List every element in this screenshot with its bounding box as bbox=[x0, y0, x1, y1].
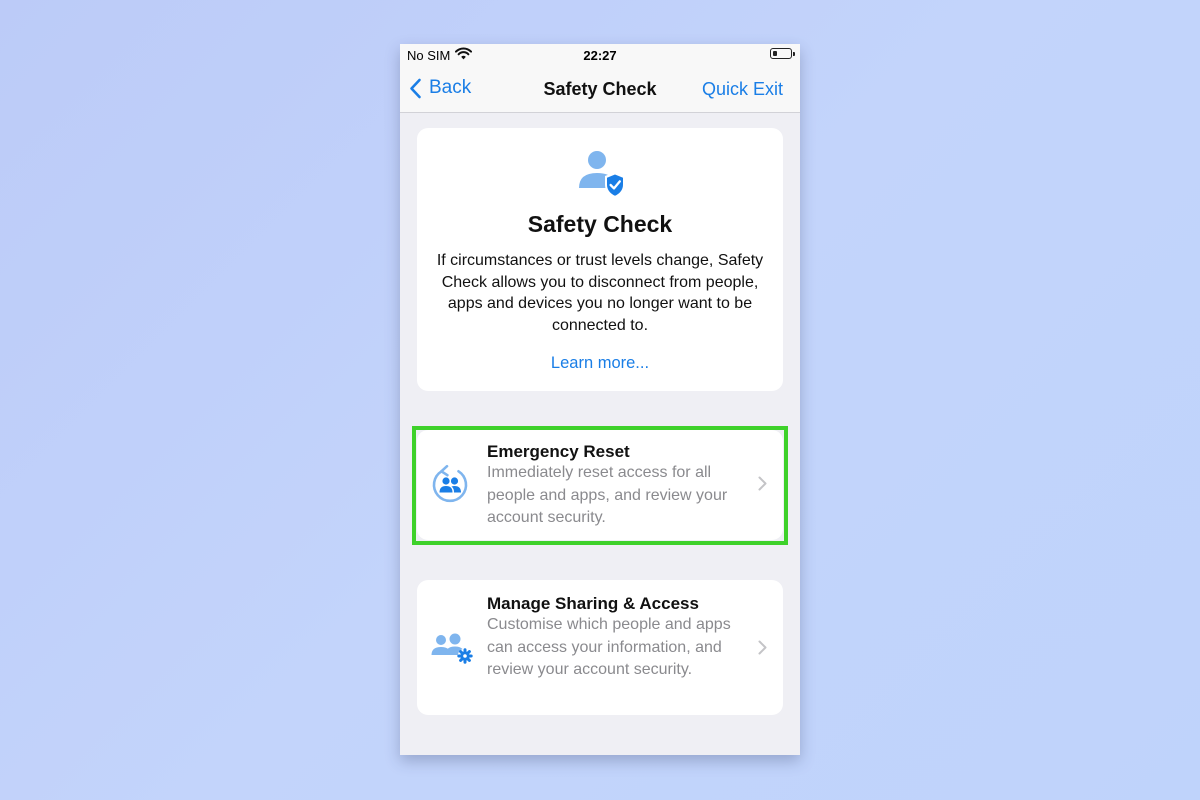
intro-description: If circumstances or trust levels change,… bbox=[436, 252, 764, 334]
back-button[interactable]: Back bbox=[409, 77, 471, 99]
chevron-right-icon bbox=[758, 476, 767, 496]
emergency-reset-option[interactable]: Emergency Reset Immediately reset access… bbox=[417, 430, 783, 540]
people-reset-icon bbox=[430, 464, 470, 509]
chevron-right-icon bbox=[758, 640, 767, 660]
status-bar: No SIM 22:27 bbox=[400, 44, 800, 66]
navigation-bar: Back Safety Check Quick Exit bbox=[400, 66, 800, 113]
chevron-left-icon bbox=[410, 78, 421, 98]
people-settings-icon bbox=[430, 632, 476, 673]
person-shield-icon bbox=[575, 146, 627, 203]
emergency-reset-title: Emergency Reset bbox=[487, 442, 630, 461]
safety-check-intro-card: Safety Check If circumstances or trust l… bbox=[417, 128, 783, 391]
intro-title: Safety Check bbox=[527, 211, 673, 237]
phone-screen: No SIM 22:27 Back Safety Check Quick Exi… bbox=[400, 44, 800, 755]
clock: 22:27 bbox=[583, 48, 617, 63]
emergency-reset-description: Immediately reset access for all people … bbox=[487, 464, 728, 526]
quick-exit-button[interactable]: Quick Exit bbox=[702, 79, 783, 100]
manage-sharing-description: Customise which people and apps can acce… bbox=[487, 616, 731, 678]
manage-sharing-option[interactable]: Manage Sharing & Access Customise which … bbox=[417, 580, 783, 715]
learn-more-link[interactable]: Learn more... bbox=[417, 354, 783, 373]
battery-icon bbox=[770, 48, 795, 59]
manage-sharing-title: Manage Sharing & Access bbox=[487, 594, 699, 613]
back-button-label: Back bbox=[429, 77, 472, 98]
